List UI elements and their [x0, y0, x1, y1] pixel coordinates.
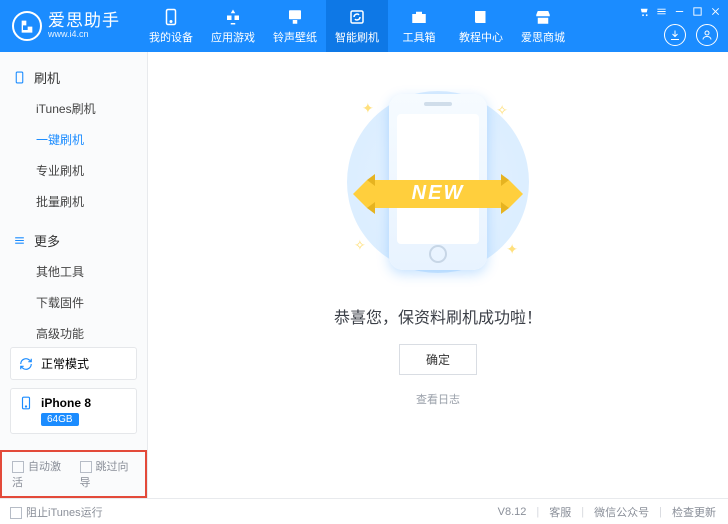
nav-tab-refresh[interactable]: 智能刷机: [326, 0, 388, 52]
device-mode-label: 正常模式: [41, 355, 89, 372]
sidebar-item[interactable]: 下载固件: [0, 287, 147, 318]
ribbon-label: NEW: [412, 182, 465, 205]
sidebar-item[interactable]: 高级功能: [0, 318, 147, 339]
sparkle-icon: ✧: [354, 237, 366, 254]
menu-icon[interactable]: [654, 4, 668, 18]
logo-icon: [12, 11, 42, 41]
sidebar-group-label: 刷机: [34, 68, 60, 87]
nav-tab-store[interactable]: 爱思商城: [512, 0, 574, 52]
device-name: iPhone 8: [41, 396, 91, 410]
nav-tab-phone[interactable]: 我的设备: [140, 0, 202, 52]
sidebar-group-more[interactable]: 更多: [0, 225, 147, 256]
flash-options-row: 自动激活 跳过向导: [0, 450, 147, 498]
phone-icon: [162, 8, 180, 26]
download-icon[interactable]: [664, 24, 686, 46]
nav-label: 应用游戏: [211, 29, 255, 45]
main-area: 刷机 iTunes刷机一键刷机专业刷机批量刷机更多其他工具下载固件高级功能 正常模…: [0, 52, 728, 498]
user-icon[interactable]: [696, 24, 718, 46]
sparkle-icon: ✦: [362, 100, 374, 117]
nav-tab-toolbox[interactable]: 工具箱: [388, 0, 450, 52]
footer-link-support[interactable]: 客服: [549, 504, 571, 520]
nav-tab-apps[interactable]: 应用游戏: [202, 0, 264, 52]
separator: |: [659, 506, 662, 518]
nav-label: 工具箱: [403, 29, 436, 45]
sidebar: 刷机 iTunes刷机一键刷机专业刷机批量刷机更多其他工具下载固件高级功能 正常模…: [0, 52, 148, 498]
window-controls: [636, 4, 728, 18]
nav-label: 智能刷机: [335, 29, 379, 45]
version-label: V8.12: [498, 506, 527, 518]
success-illustration: ✦ ✧ ✧ ✦ NEW: [318, 82, 558, 282]
device-info-box[interactable]: iPhone 8 64GB: [10, 388, 137, 434]
content-pane: ✦ ✧ ✧ ✦ NEW 恭喜您，保资料刷机成功啦！ 确定 查看日志: [148, 52, 728, 498]
refresh-icon: [348, 8, 366, 26]
phone-icon: [12, 71, 26, 84]
sidebar-item[interactable]: 一键刷机: [0, 124, 147, 155]
view-log-link[interactable]: 查看日志: [416, 391, 460, 407]
sidebar-item[interactable]: 专业刷机: [0, 155, 147, 186]
minimize-icon[interactable]: [672, 4, 686, 18]
sidebar-item[interactable]: 其他工具: [0, 256, 147, 287]
device-capacity-badge: 64GB: [41, 413, 79, 426]
nav-label: 爱思商城: [521, 29, 565, 45]
sparkle-icon: ✧: [496, 102, 508, 119]
book-icon: [472, 8, 490, 26]
store-icon: [534, 8, 552, 26]
app-header: 爱思助手 www.i4.cn 我的设备 应用游戏 铃声壁纸 智能刷机 工具箱 教程中心 爱思…: [0, 0, 728, 52]
sparkle-icon: ✦: [506, 241, 518, 258]
sidebar-item[interactable]: iTunes刷机: [0, 93, 147, 124]
sidebar-group-label: 更多: [34, 231, 60, 250]
music-icon: [286, 8, 304, 26]
toolbox-icon: [410, 8, 428, 26]
separator: |: [581, 506, 584, 518]
footer-link-wechat[interactable]: 微信公众号: [594, 504, 649, 520]
nav-label: 铃声壁纸: [273, 29, 317, 45]
separator: |: [536, 506, 539, 518]
sidebar-item[interactable]: 批量刷机: [0, 186, 147, 217]
nav-tab-music[interactable]: 铃声壁纸: [264, 0, 326, 52]
app-logo: 爱思助手 www.i4.cn: [0, 0, 140, 52]
list-icon: [12, 234, 26, 247]
logo-title: 爱思助手: [48, 12, 120, 31]
nav-label: 我的设备: [149, 29, 193, 45]
footer-link-update[interactable]: 检查更新: [672, 504, 716, 520]
phone-icon: [19, 396, 33, 410]
cart-icon[interactable]: [636, 4, 650, 18]
skip-guide-checkbox[interactable]: 跳过向导: [80, 458, 136, 490]
logo-url: www.i4.cn: [48, 30, 120, 40]
device-mode-box[interactable]: 正常模式: [10, 347, 137, 380]
close-icon[interactable]: [708, 4, 722, 18]
status-bar: 阻止iTunes运行 V8.12 | 客服 | 微信公众号 | 检查更新: [0, 498, 728, 524]
ok-button[interactable]: 确定: [399, 344, 477, 375]
apps-icon: [224, 8, 242, 26]
block-itunes-label: 阻止iTunes运行: [26, 507, 103, 519]
maximize-icon[interactable]: [690, 4, 704, 18]
success-message: 恭喜您，保资料刷机成功啦！: [334, 304, 542, 328]
nav-tab-book[interactable]: 教程中心: [450, 0, 512, 52]
header-actions: [664, 24, 718, 46]
sidebar-group-flash[interactable]: 刷机: [0, 62, 147, 93]
refresh-icon: [19, 357, 33, 371]
block-itunes-checkbox[interactable]: 阻止iTunes运行: [10, 504, 103, 520]
nav-label: 教程中心: [459, 29, 503, 45]
auto-activate-checkbox[interactable]: 自动激活: [12, 458, 68, 490]
